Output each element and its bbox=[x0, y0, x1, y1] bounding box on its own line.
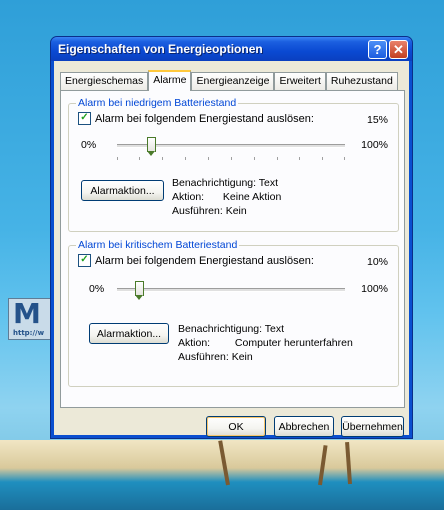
low-run-key: Ausführen: bbox=[172, 205, 223, 217]
low-alarm-checkbox-label: Alarm bei folgendem Energiestand auslöse… bbox=[95, 112, 314, 125]
critical-action-key: Aktion: bbox=[178, 337, 211, 349]
critical-alarm-action-button[interactable]: Alarmaktion... bbox=[89, 323, 169, 344]
tab-ruhezustand[interactable]: Ruhezustand bbox=[325, 72, 398, 90]
critical-action-value: Computer herunterfahren bbox=[234, 337, 353, 349]
ok-button[interactable]: OK bbox=[206, 416, 266, 437]
tab-alarme[interactable]: Alarme bbox=[148, 70, 192, 91]
critical-run-key: Ausführen: bbox=[178, 351, 229, 363]
low-slider-thumb[interactable] bbox=[146, 137, 156, 156]
low-alarm-info: Benachrichtigung: Text Aktion: Keine Akt… bbox=[172, 176, 281, 218]
title-bar[interactable]: Eigenschaften von Energieoptionen ? ✕ bbox=[51, 37, 412, 61]
apply-button[interactable]: Übernehmen bbox=[341, 416, 404, 437]
critical-alarm-info: Benachrichtigung: Text Aktion: Computer … bbox=[178, 322, 353, 364]
tab-energieanzeige[interactable]: Energieanzeige bbox=[191, 72, 275, 90]
critical-alarm-percent: 10% bbox=[366, 256, 388, 268]
low-slider-min: 0% bbox=[81, 139, 97, 151]
critical-slider-thumb[interactable] bbox=[135, 281, 145, 300]
critical-alarm-checkbox-label: Alarm bei folgendem Energiestand auslöse… bbox=[95, 254, 314, 267]
critical-slider-min: 0% bbox=[89, 283, 105, 295]
power-options-window: Eigenschaften von Energieoptionen ? ✕ En… bbox=[50, 36, 413, 439]
critical-slider-max: 100% bbox=[361, 283, 388, 295]
low-slider-max: 100% bbox=[361, 139, 388, 151]
tab-erweitert[interactable]: Erweitert bbox=[274, 72, 326, 90]
low-alarm-percent: 15% bbox=[366, 114, 388, 126]
tab-energieschemas[interactable]: Energieschemas bbox=[60, 72, 149, 90]
cancel-button[interactable]: Abbrechen bbox=[274, 416, 334, 437]
help-button[interactable]: ? bbox=[368, 39, 387, 59]
critical-notif-value: Text bbox=[264, 323, 285, 335]
low-level-slider[interactable] bbox=[117, 134, 345, 164]
low-alarm-checkbox[interactable]: ✓ bbox=[78, 112, 91, 125]
desktop-logo-url: http://w bbox=[13, 329, 45, 337]
tab-strip: Energieschemas Alarme Energieanzeige Erw… bbox=[60, 70, 398, 91]
desktop-logo-letter: M bbox=[13, 297, 41, 330]
critical-alarm-checkbox-row[interactable]: ✓ Alarm bei folgendem Energiestand auslö… bbox=[78, 254, 314, 267]
low-run-value: Kein bbox=[225, 205, 247, 217]
low-notif-key: Benachrichtigung: bbox=[172, 177, 257, 189]
low-alarm-action-button[interactable]: Alarmaktion... bbox=[81, 180, 164, 201]
dialog-client: Energieschemas Alarme Energieanzeige Erw… bbox=[54, 61, 409, 437]
close-button[interactable]: ✕ bbox=[389, 39, 408, 59]
critical-notif-key: Benachrichtigung: bbox=[178, 323, 263, 335]
low-action-value: Keine Aktion bbox=[222, 191, 282, 203]
critical-level-slider[interactable] bbox=[117, 278, 345, 308]
tab-page-alarme: Alarm bei niedrigem Batteriestand ✓ Alar… bbox=[60, 90, 405, 408]
low-action-key: Aktion: bbox=[172, 191, 205, 203]
critical-alarm-checkbox[interactable]: ✓ bbox=[78, 254, 91, 267]
critical-battery-group: Alarm bei kritischem Batteriestand ✓ Ala… bbox=[68, 239, 399, 387]
low-notif-value: Text bbox=[258, 177, 279, 189]
low-battery-group-title: Alarm bei niedrigem Batteriestand bbox=[76, 97, 239, 109]
desktop-logo: M http://w bbox=[8, 298, 56, 340]
low-alarm-checkbox-row[interactable]: ✓ Alarm bei folgendem Energiestand auslö… bbox=[78, 112, 314, 125]
low-battery-group: Alarm bei niedrigem Batteriestand ✓ Alar… bbox=[68, 97, 399, 232]
window-title: Eigenschaften von Energieoptionen bbox=[58, 42, 263, 56]
critical-battery-group-title: Alarm bei kritischem Batteriestand bbox=[76, 239, 240, 251]
critical-run-value: Kein bbox=[231, 351, 253, 363]
